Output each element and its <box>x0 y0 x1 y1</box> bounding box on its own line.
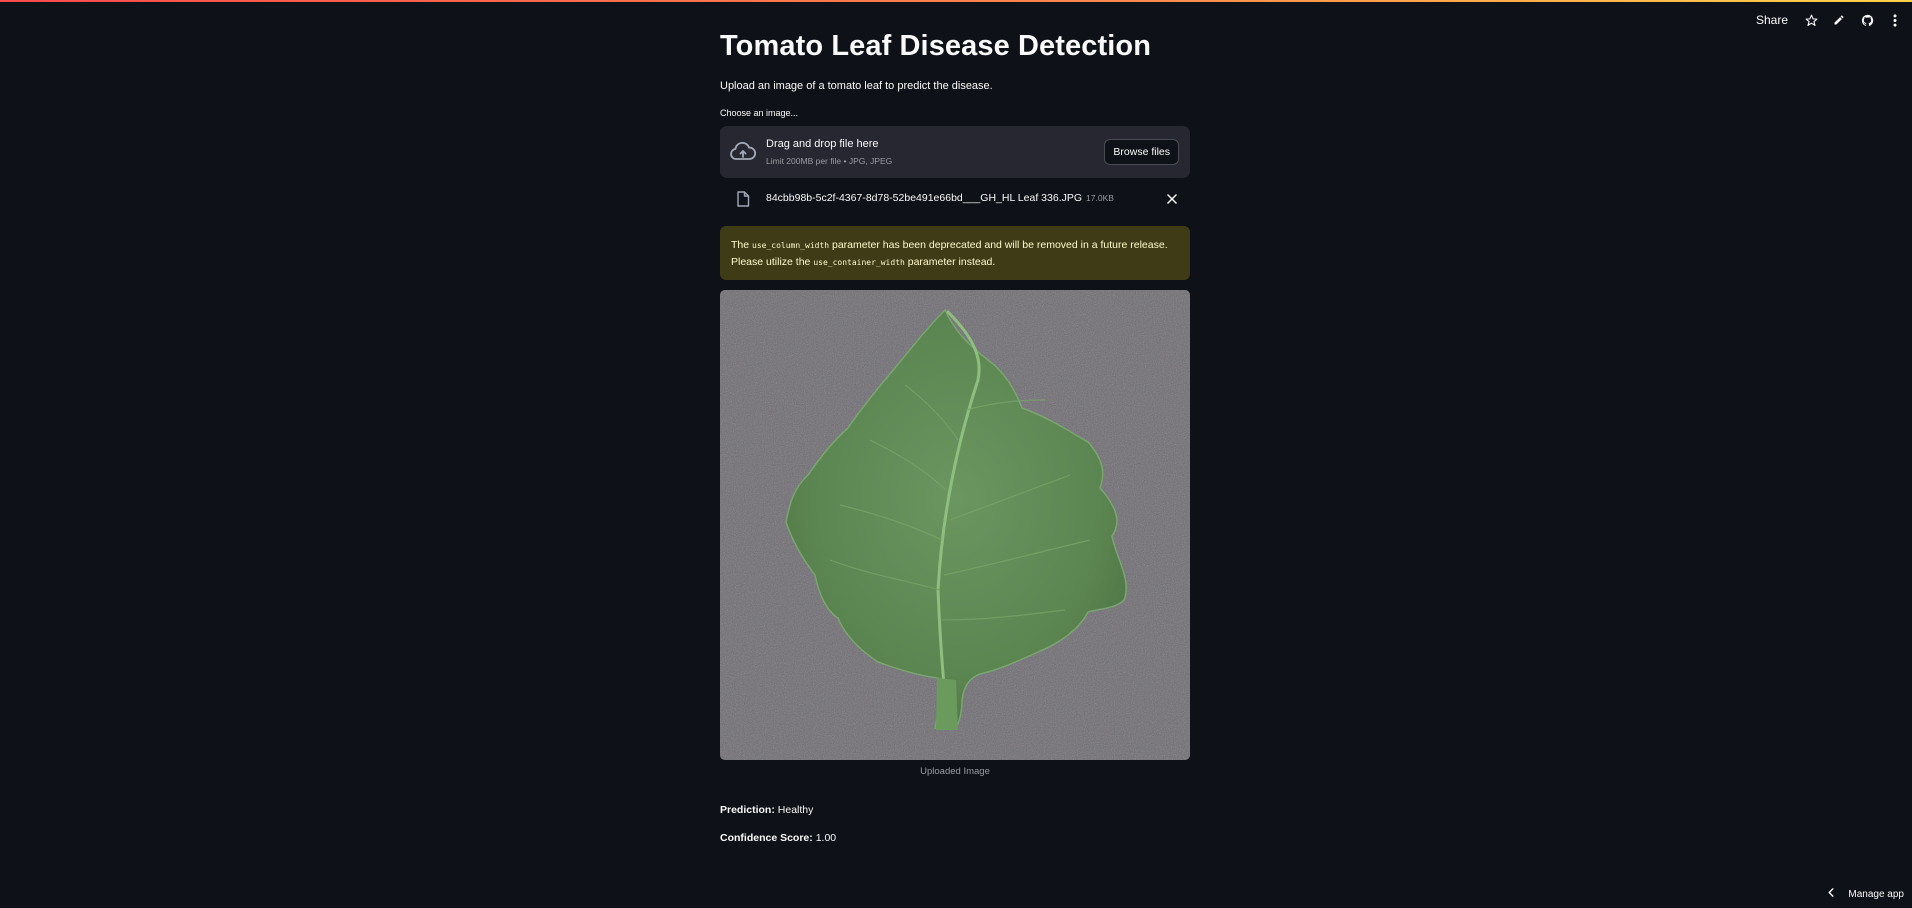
confidence-label: Confidence Score: <box>720 832 813 844</box>
confidence-value: 1.00 <box>815 832 837 844</box>
dropzone-limit: Limit 200MB per file • JPG, JPEG <box>766 156 893 166</box>
warning-prefix: The <box>731 239 750 251</box>
remove-file-close-icon[interactable] <box>1164 191 1180 207</box>
dropzone-title: Drag and drop file here <box>766 138 879 150</box>
pencil-icon[interactable] <box>1830 11 1848 29</box>
deprecation-warning: The use_column_width parameter has been … <box>720 226 1190 280</box>
share-button[interactable]: Share <box>1752 13 1792 27</box>
manage-app-button[interactable]: Manage app <box>1828 886 1904 902</box>
file-icon <box>736 191 750 207</box>
file-name-text: 84cbb98b-5c2f-4367-8d78-52be491e66bd___G… <box>766 192 1083 204</box>
chevron-left-icon <box>1828 888 1834 900</box>
file-size: 17.0KB <box>1086 193 1114 203</box>
warning-code-column-width: use_column_width <box>752 241 830 250</box>
uploaded-file-name: 84cbb98b-5c2f-4367-8d78-52be491e66bd___G… <box>766 192 1114 204</box>
top-decoration-bar <box>0 0 1912 2</box>
warning-code-container-width: use_container_width <box>813 258 905 267</box>
uploaded-leaf-image <box>720 290 1190 760</box>
uploaded-file-row: 84cbb98b-5c2f-4367-8d78-52be491e66bd___G… <box>720 188 1190 210</box>
manage-app-label: Manage app <box>1848 888 1904 900</box>
cloud-upload-icon <box>730 141 757 163</box>
file-dropzone[interactable]: Drag and drop file here Limit 200MB per … <box>720 126 1190 178</box>
app-toolbar: Share <box>1752 8 1904 32</box>
prediction-label: Prediction: <box>720 804 775 816</box>
page-subtitle: Upload an image of a tomato leaf to pred… <box>720 80 993 92</box>
warning-suffix: parameter instead. <box>907 256 996 268</box>
image-caption: Uploaded Image <box>920 766 990 777</box>
browse-files-button[interactable]: Browse files <box>1104 139 1179 165</box>
page-title: Tomato Leaf Disease Detection <box>720 30 1152 62</box>
uploader-label: Choose an image... <box>720 108 799 118</box>
confidence-line: Confidence Score: 1.00 <box>720 832 836 844</box>
star-icon[interactable] <box>1802 11 1820 29</box>
more-vertical-icon[interactable] <box>1886 11 1904 29</box>
prediction-value: Healthy <box>777 804 814 816</box>
prediction-line: Prediction: Healthy <box>720 804 813 816</box>
github-icon[interactable] <box>1858 11 1876 29</box>
